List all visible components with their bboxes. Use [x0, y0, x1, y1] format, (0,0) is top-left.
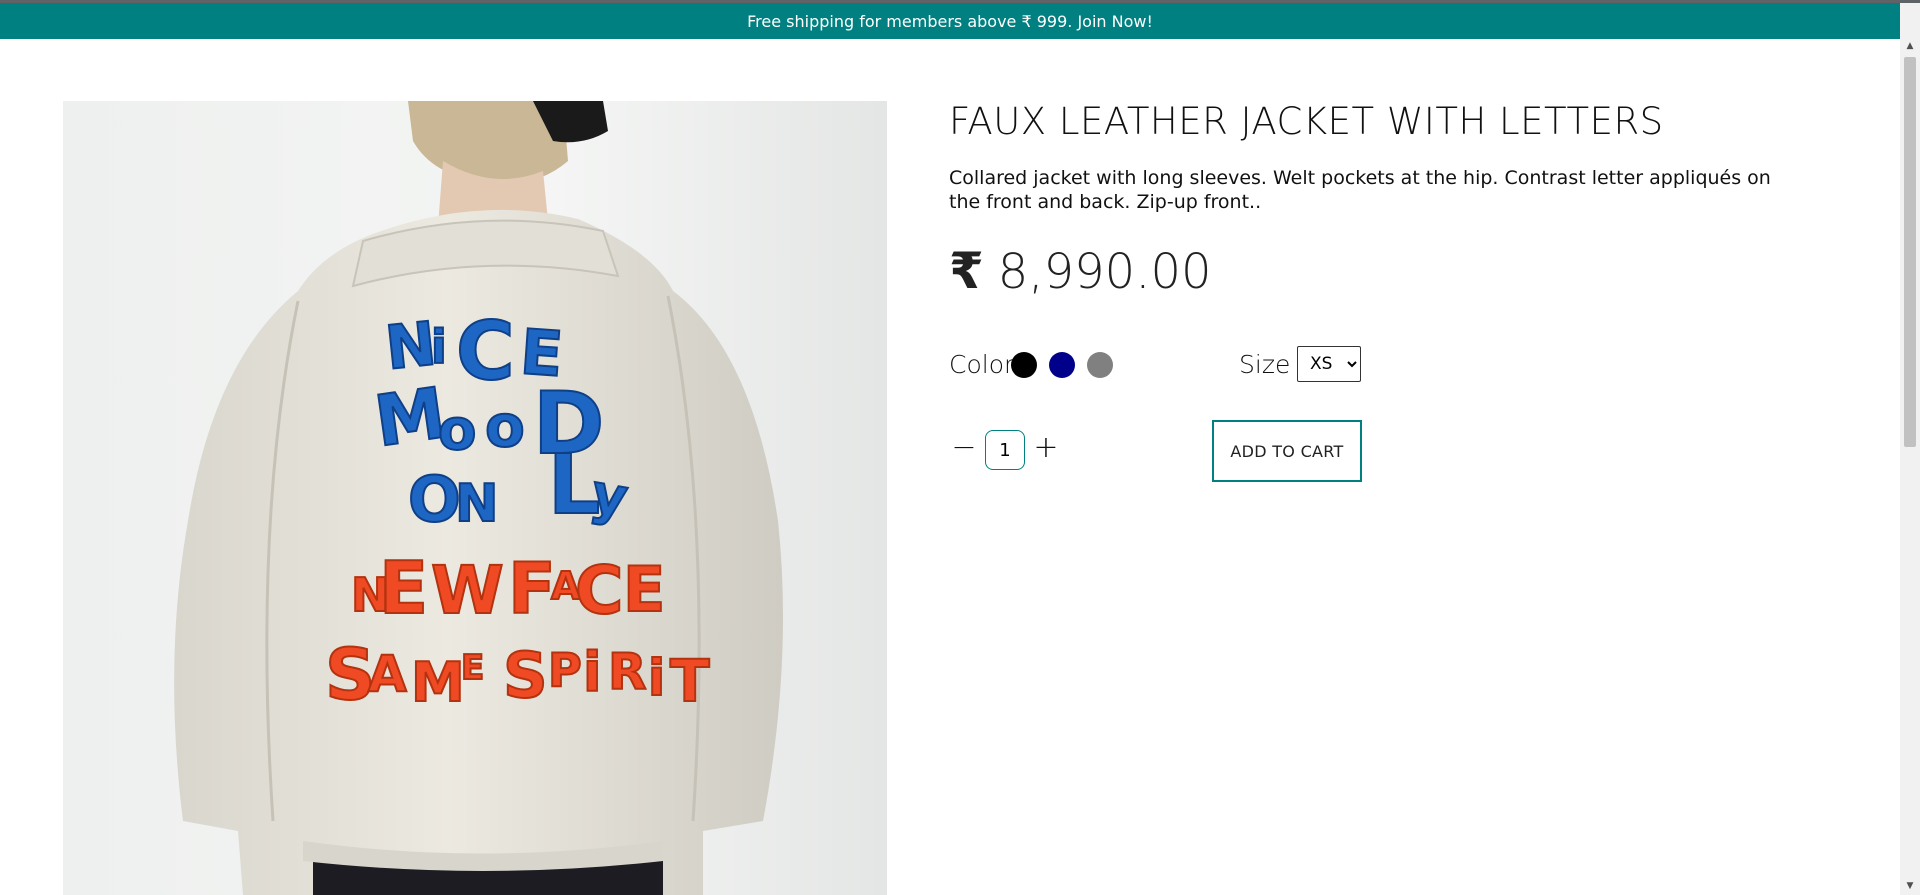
svg-text:i: i [583, 641, 602, 704]
promo-banner[interactable]: Free shipping for members above ₹ 999. J… [0, 3, 1900, 39]
svg-text:R: R [608, 643, 647, 701]
promo-text[interactable]: Free shipping for members above ₹ 999. J… [747, 12, 1153, 31]
color-swatch-navy[interactable] [1049, 352, 1075, 378]
svg-text:C: C [575, 552, 623, 629]
page-scrollbar[interactable]: ▲ ▼ [1900, 3, 1920, 895]
size-select[interactable]: XS [1297, 346, 1361, 382]
scroll-up-icon[interactable]: ▲ [1900, 37, 1920, 55]
svg-text:o: o [438, 398, 476, 463]
add-to-cart-button[interactable]: ADD TO CART [1212, 420, 1362, 482]
svg-text:W: W [431, 552, 504, 629]
color-swatch-black[interactable] [1011, 352, 1037, 378]
color-label: Color [949, 350, 1015, 379]
product-title: FAUX LEATHER JACKET WITH LETTERS [949, 100, 1664, 143]
svg-text:O: O [408, 463, 461, 536]
quantity-input[interactable] [985, 430, 1025, 470]
color-swatch-gray[interactable] [1087, 352, 1113, 378]
product-price: ₹ 8,990.00 [949, 242, 1779, 300]
svg-text:o: o [485, 392, 525, 460]
minus-icon[interactable]: − [949, 430, 979, 465]
scroll-thumb[interactable] [1904, 57, 1916, 447]
svg-text:i: i [648, 649, 665, 707]
quantity-row: − + ADD TO CART [949, 420, 1369, 484]
svg-text:P: P [548, 643, 582, 697]
svg-text:F: F [508, 548, 556, 630]
svg-text:E: E [623, 553, 665, 626]
svg-text:E: E [461, 648, 484, 688]
currency-symbol: ₹ [949, 242, 984, 301]
product-info: FAUX LEATHER JACKET WITH LETTERS Collare… [949, 100, 1779, 300]
svg-text:M: M [411, 651, 465, 714]
product-description: Collared jacket with long sleeves. Welt … [949, 167, 1771, 214]
svg-text:E: E [379, 546, 428, 630]
jacket-illustration: N i C E M o o D O N L y N E W F A C E S … [63, 101, 887, 895]
plus-icon[interactable]: + [1031, 430, 1061, 465]
svg-text:C: C [456, 305, 515, 398]
svg-text:A: A [368, 645, 407, 703]
scroll-down-icon[interactable]: ▼ [1900, 877, 1920, 895]
svg-text:T: T [670, 647, 710, 715]
svg-text:S: S [503, 639, 548, 712]
svg-text:N: N [455, 474, 499, 534]
product-image: N i C E M o o D O N L y N E W F A C E S … [63, 101, 887, 895]
svg-text:i: i [431, 320, 447, 374]
price-value: 8,990.00 [997, 244, 1212, 301]
product-options: Color Size XS [949, 346, 1449, 384]
size-label: Size [1239, 350, 1291, 379]
